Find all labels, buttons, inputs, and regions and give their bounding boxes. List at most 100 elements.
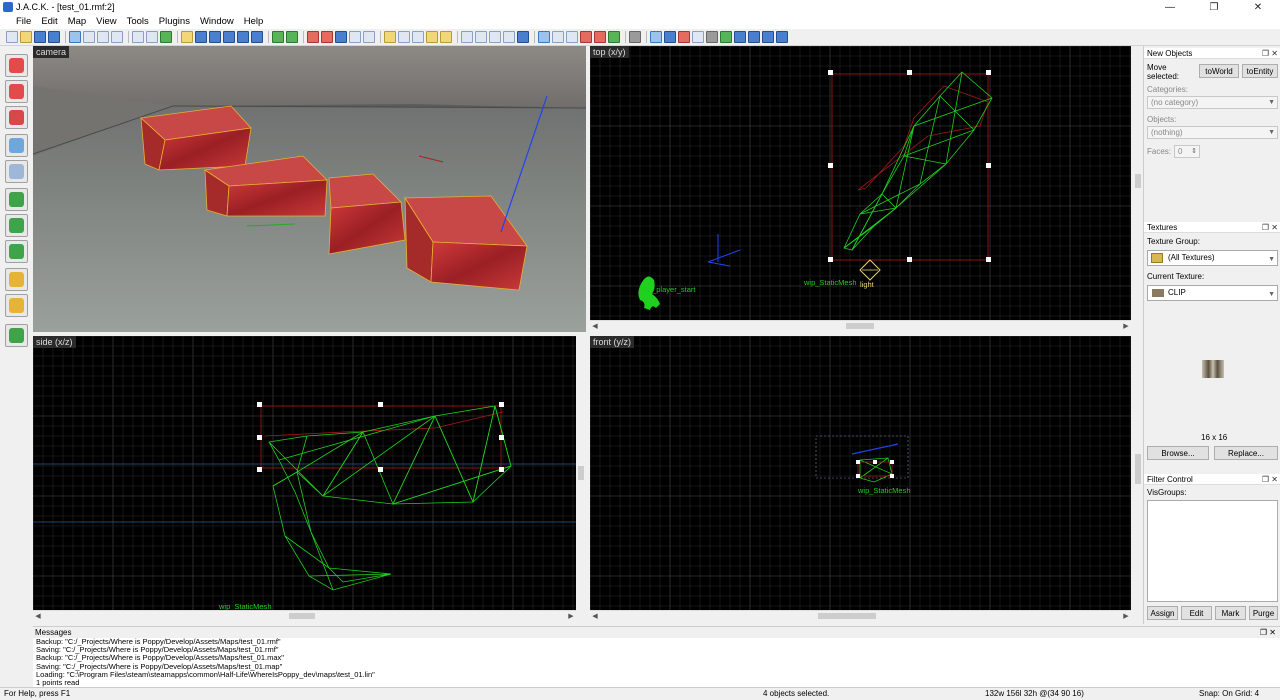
menu-help[interactable]: Help bbox=[239, 16, 269, 27]
mark-button[interactable]: Mark bbox=[1215, 606, 1246, 620]
top-viewport[interactable]: top (x/y) info_player_start light wip_St… bbox=[590, 46, 1131, 320]
carve-icon[interactable] bbox=[160, 31, 172, 43]
scroll-left-icon[interactable]: ◀ bbox=[33, 611, 43, 621]
compile-icon[interactable] bbox=[720, 31, 732, 43]
render-textured-icon[interactable] bbox=[678, 31, 690, 43]
toggle-texlock-icon[interactable] bbox=[517, 31, 529, 43]
clip-tool[interactable] bbox=[5, 268, 28, 291]
scroll-left-icon[interactable]: ◀ bbox=[590, 321, 600, 331]
categories-select[interactable]: (no category) ▼ bbox=[1147, 96, 1278, 109]
selection-handles[interactable] bbox=[257, 402, 504, 472]
show-brush-icon[interactable] bbox=[734, 31, 746, 43]
side-vscroll[interactable] bbox=[576, 336, 586, 610]
show-trigger-icon[interactable] bbox=[776, 31, 788, 43]
select-none-icon[interactable] bbox=[503, 31, 515, 43]
undo-icon[interactable] bbox=[132, 31, 144, 43]
selection-tool[interactable] bbox=[5, 54, 28, 77]
panel-controls-icon[interactable]: ❐ ✕ bbox=[1262, 48, 1278, 59]
top-vscroll[interactable] bbox=[1133, 46, 1143, 320]
front-viewport[interactable]: front (y/z) wip_StaticMesh bbox=[590, 336, 1131, 610]
render-flat-icon[interactable] bbox=[664, 31, 676, 43]
messages-log[interactable]: Backup: "C:/_Projects/Where is Poppy/Dev… bbox=[33, 638, 1280, 688]
to-entity-button[interactable]: toEntity bbox=[1242, 64, 1278, 78]
align-right-icon[interactable] bbox=[209, 31, 221, 43]
close-button[interactable]: ✕ bbox=[1236, 0, 1280, 14]
align-left-icon[interactable] bbox=[195, 31, 207, 43]
path-tool[interactable] bbox=[5, 324, 28, 347]
scroll-right-icon[interactable]: ▶ bbox=[1121, 611, 1131, 621]
align-bottom-icon[interactable] bbox=[237, 31, 249, 43]
scroll-thumb[interactable] bbox=[818, 613, 876, 619]
camera-viewport[interactable]: camera bbox=[33, 46, 586, 332]
show-clip-icon[interactable] bbox=[762, 31, 774, 43]
copy-icon[interactable] bbox=[426, 31, 438, 43]
open-file-icon[interactable] bbox=[20, 31, 32, 43]
scroll-thumb[interactable] bbox=[578, 466, 584, 480]
menu-tools[interactable]: Tools bbox=[122, 16, 154, 27]
hide-selected-icon[interactable] bbox=[335, 31, 347, 43]
flip-horizontal-icon[interactable] bbox=[272, 31, 284, 43]
options-icon[interactable] bbox=[629, 31, 641, 43]
menu-edit[interactable]: Edit bbox=[36, 16, 62, 27]
move-to-world-icon[interactable] bbox=[398, 31, 410, 43]
menu-window[interactable]: Window bbox=[195, 16, 239, 27]
ungroup-icon[interactable] bbox=[321, 31, 333, 43]
top-hscroll[interactable]: ◀ ▶ bbox=[590, 320, 1131, 330]
render-lit-icon[interactable] bbox=[692, 31, 704, 43]
save-file-icon[interactable] bbox=[34, 31, 46, 43]
texture-lock-icon[interactable] bbox=[181, 31, 193, 43]
new-file-icon[interactable] bbox=[6, 31, 18, 43]
show-light-icon[interactable] bbox=[748, 31, 760, 43]
check-problems-icon[interactable] bbox=[594, 31, 606, 43]
menu-plugins[interactable]: Plugins bbox=[154, 16, 195, 27]
panel-controls-icon[interactable]: ❐ ✕ bbox=[1260, 627, 1276, 638]
texture-group-select[interactable]: (All Textures) ▼ bbox=[1147, 250, 1278, 266]
side-hscroll[interactable]: ◀ ▶ bbox=[33, 610, 576, 620]
edit-button[interactable]: Edit bbox=[1181, 606, 1212, 620]
texture-lock-toggle-icon[interactable] bbox=[538, 31, 550, 43]
redo-icon[interactable] bbox=[146, 31, 158, 43]
to-world-button[interactable]: toWorld bbox=[1199, 64, 1239, 78]
scroll-thumb[interactable] bbox=[1135, 174, 1141, 188]
scroll-thumb[interactable] bbox=[289, 613, 315, 619]
run-map-icon[interactable] bbox=[580, 31, 592, 43]
browse-button[interactable]: Browse... bbox=[1147, 446, 1209, 460]
restore-button[interactable]: ❐ bbox=[1192, 0, 1236, 14]
purge-button[interactable]: Purge bbox=[1249, 606, 1278, 620]
camera-icon[interactable] bbox=[706, 31, 718, 43]
show-all-icon[interactable] bbox=[349, 31, 361, 43]
grid-smaller-icon[interactable] bbox=[83, 31, 95, 43]
current-texture-select[interactable]: CLIP ▼ bbox=[1147, 285, 1278, 301]
replace-button[interactable]: Replace... bbox=[1214, 446, 1278, 460]
scroll-right-icon[interactable]: ▶ bbox=[566, 611, 576, 621]
panel-controls-icon[interactable]: ❐ ✕ bbox=[1262, 474, 1278, 485]
scroll-thumb[interactable] bbox=[1135, 454, 1141, 484]
camera-tool[interactable] bbox=[5, 106, 28, 129]
apply-texture-tool[interactable] bbox=[5, 214, 28, 237]
lighting-preview-icon[interactable] bbox=[566, 31, 578, 43]
paste-icon[interactable] bbox=[440, 31, 452, 43]
menu-view[interactable]: View bbox=[91, 16, 121, 27]
flip-vertical-icon[interactable] bbox=[286, 31, 298, 43]
side-viewport[interactable]: side (x/z) wip_StaticMesh bbox=[33, 336, 576, 610]
zoom-fit-icon[interactable] bbox=[461, 31, 473, 43]
tie-to-entity-icon[interactable] bbox=[384, 31, 396, 43]
assign-button[interactable]: Assign bbox=[1147, 606, 1178, 620]
menu-file[interactable]: File bbox=[4, 16, 36, 27]
select-all-icon[interactable] bbox=[489, 31, 501, 43]
decal-tool[interactable] bbox=[5, 240, 28, 263]
group-icon[interactable] bbox=[307, 31, 319, 43]
render-wireframe-icon[interactable] bbox=[650, 31, 662, 43]
magnify-tool[interactable] bbox=[5, 80, 28, 103]
panel-controls-icon[interactable]: ❐ ✕ bbox=[1262, 222, 1278, 233]
scale-texture-icon[interactable] bbox=[552, 31, 564, 43]
grid-toggle-icon[interactable] bbox=[69, 31, 81, 43]
align-top-icon[interactable] bbox=[223, 31, 235, 43]
entity-report-icon[interactable] bbox=[608, 31, 620, 43]
scroll-thumb[interactable] bbox=[846, 323, 874, 329]
minimize-button[interactable]: — bbox=[1148, 0, 1192, 14]
visgroups-list[interactable] bbox=[1147, 500, 1278, 602]
vertex-tool[interactable] bbox=[5, 294, 28, 317]
faces-spinner[interactable]: 0 ⇕ bbox=[1174, 145, 1200, 158]
block-tool[interactable] bbox=[5, 160, 28, 183]
